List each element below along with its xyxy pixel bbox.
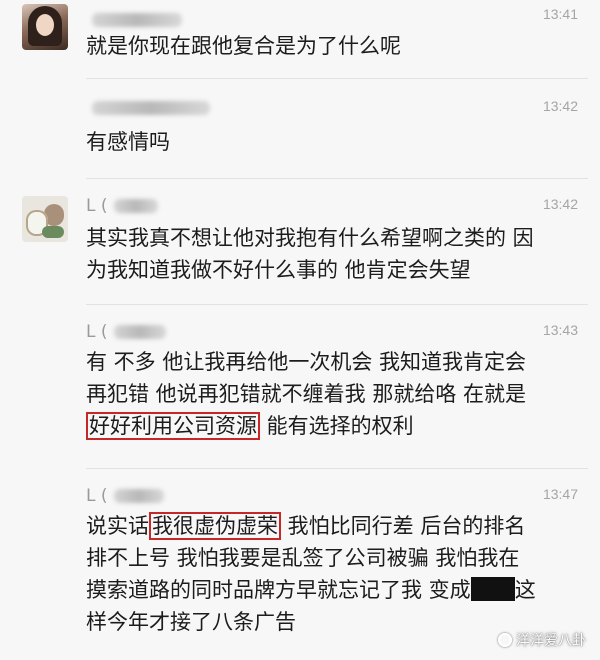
divider [86,178,588,179]
blurred-name [92,13,182,27]
message-line: 就是你现在跟他复合是为了什么呢 [86,34,401,58]
sender-name: L ( [86,320,166,344]
redaction-box [470,577,515,601]
divider [86,468,588,469]
blurred-name [113,199,158,213]
avatar[interactable] [22,196,68,242]
message-line-post: 我怕比同行差 后台的排名 [281,514,526,538]
avatar[interactable] [22,4,68,50]
watermark-logo-icon [498,633,512,647]
blurred-name [113,325,166,339]
avatar-pet [42,226,64,238]
message-line: 好好利用公司资源 能有选择的权利 [86,410,576,442]
sender-name: L ( [86,484,164,508]
message-time: 13:43 [542,322,578,338]
message-text: 说实话 我很虚伪虚荣 我怕比同行差 后台的排名 排不上号 我怕我要是乱签了公司被骗… [86,510,576,638]
message-line: 其实我真不想让他对我抱有什么希望啊之类的 因 [86,226,534,250]
message-time: 13:42 [542,196,578,212]
watermark-text: 洋洋爱八卦 [516,633,586,649]
message-line: 排不上号 我怕我要是乱签了公司被骗 我怕我在 [86,546,520,570]
message-line: 再犯错 他说再犯错就不缠着我 那就给咯 在就是 [86,382,527,406]
message-line: 摸索道路的同时品牌方早就忘记了我 变成 这 [86,574,576,606]
sender-name: L ( [86,194,158,218]
message-text: 其实我真不想让他对我抱有什么希望啊之类的 因 为我知道我做不好什么事的 他肯定会… [86,222,576,286]
sender-name-text: L ( [86,486,108,506]
blurred-name [113,489,164,503]
message-line: 有 不多 他让我再给他一次机会 我知道我肯定会 [86,350,527,374]
message-time: 13:42 [542,98,578,114]
message-time: 13:47 [542,486,578,502]
sender-name-text: L ( [86,196,108,216]
blurred-name [92,101,210,115]
message-line-post: 这 [514,578,536,602]
divider [86,78,588,79]
message-line-pre: 摸索道路的同时品牌方早就忘记了我 变成 [86,578,471,602]
message-line-pre: 说实话 [86,514,149,538]
avatar-face [36,14,54,36]
message-line: 说实话 我很虚伪虚荣 我怕比同行差 后台的排名 [86,510,576,542]
message-line: 有感情吗 [86,130,170,154]
message-text: 就是你现在跟他复合是为了什么呢 [86,30,576,62]
message-line-rest: 能有选择的权利 [260,414,414,438]
message-text: 有感情吗 [86,126,576,158]
message-line: 为我知道我做不好什么事的 他肯定会失望 [86,258,471,282]
sender-name [86,96,210,120]
message-text: 有 不多 他让我再给他一次机会 我知道我肯定会 再犯错 他说再犯错就不缠着我 那… [86,346,576,442]
divider [86,304,588,305]
sender-name-text: L ( [86,322,108,342]
sender-name [86,8,182,32]
watermark: 洋洋爱八卦 [498,630,586,650]
message-time: 13:41 [542,6,578,22]
highlighted-text: 我很虚伪虚荣 [149,512,281,540]
highlighted-text: 好好利用公司资源 [86,412,260,440]
